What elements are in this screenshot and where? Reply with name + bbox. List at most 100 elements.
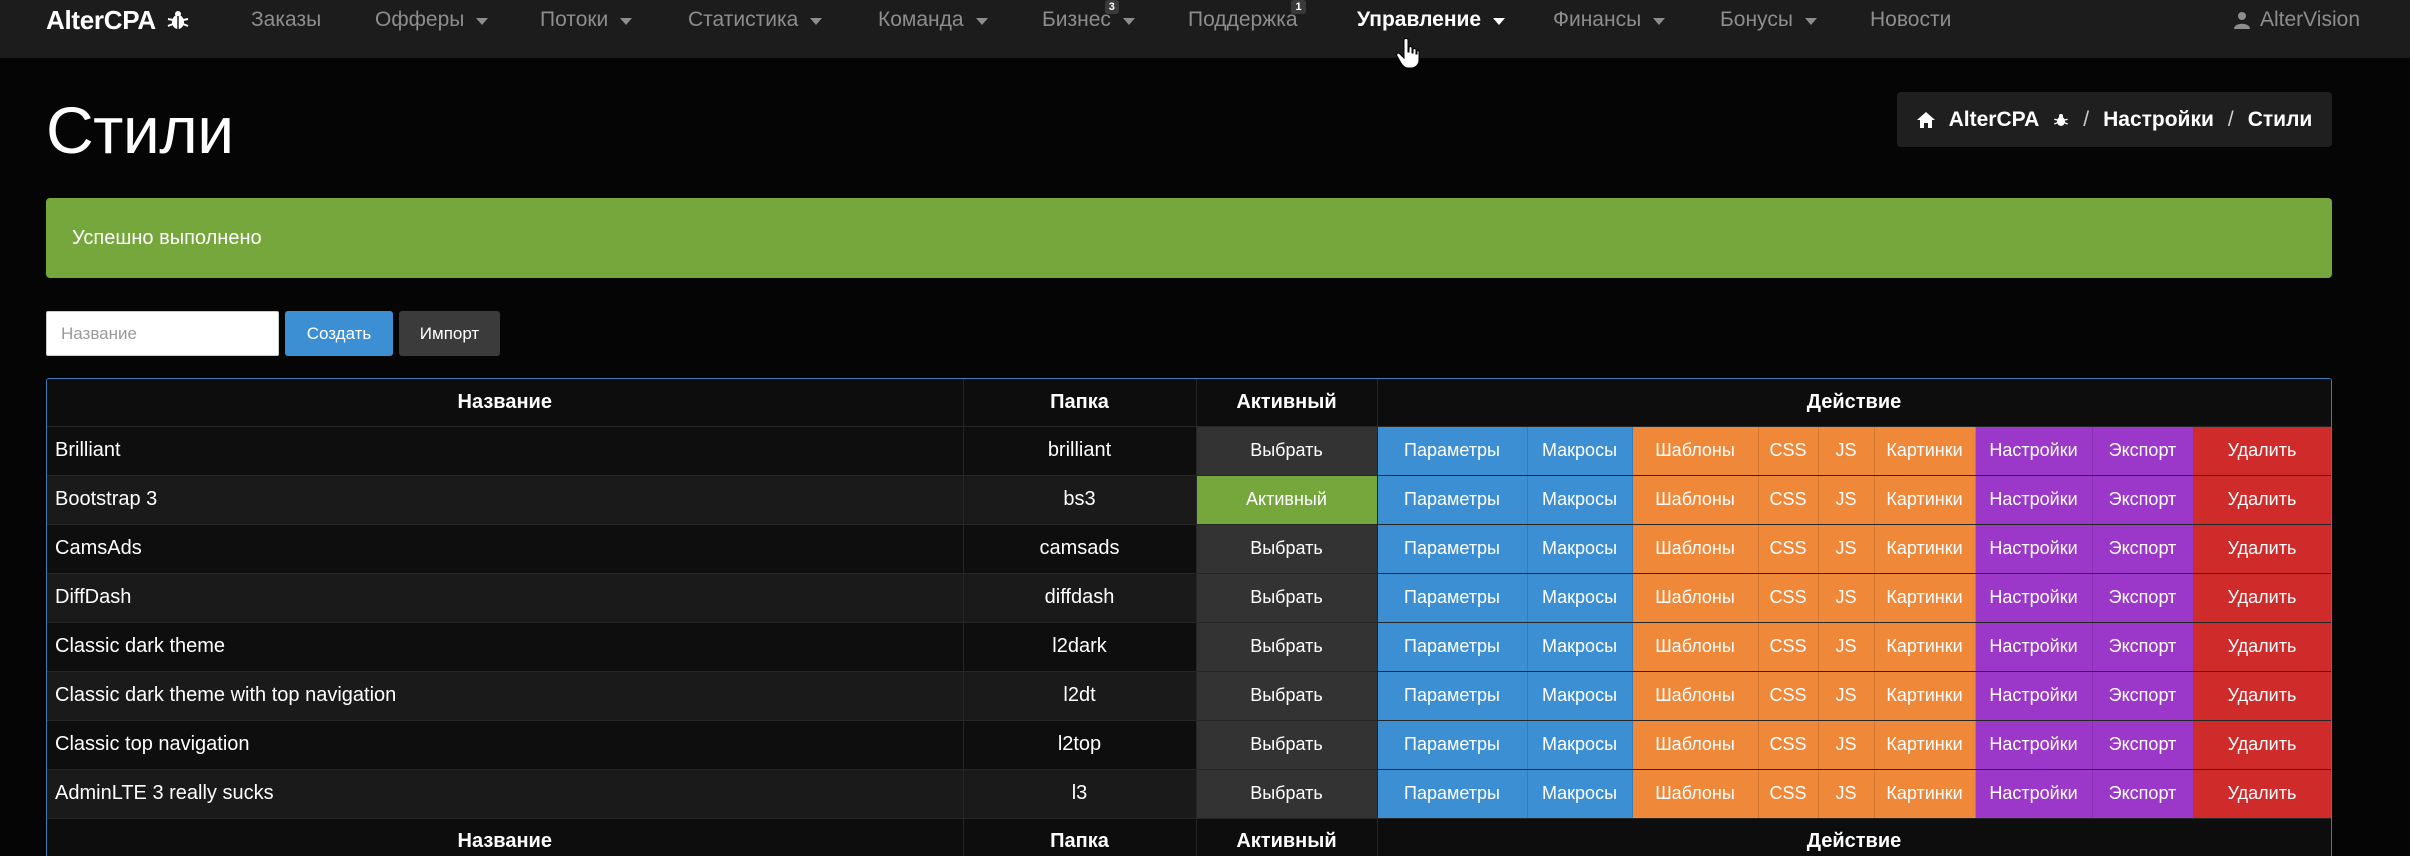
action-button[interactable]: Экспорт [2092, 426, 2194, 475]
action-button[interactable]: Макросы [1527, 671, 1633, 720]
action-button[interactable]: CSS [1758, 573, 1819, 622]
action-button[interactable]: CSS [1758, 769, 1819, 818]
action-button[interactable]: Шаблоны [1632, 524, 1759, 573]
action-button[interactable]: Параметры [1377, 671, 1528, 720]
action-button[interactable]: Настройки [1975, 573, 2093, 622]
action-button[interactable]: CSS [1758, 524, 1819, 573]
action-button[interactable]: Картинки [1874, 426, 1976, 475]
action-button[interactable]: Экспорт [2092, 475, 2194, 524]
action-button[interactable]: Удалить [2193, 426, 2331, 475]
select-style-button[interactable]: Выбрать [1196, 720, 1378, 770]
action-button[interactable]: Картинки [1874, 671, 1976, 720]
action-button[interactable]: Шаблоны [1632, 622, 1759, 671]
action-button[interactable]: Настройки [1975, 475, 2093, 524]
action-button[interactable]: Удалить [2193, 524, 2331, 573]
nav-item[interactable]: Новости [1870, 0, 1951, 40]
action-button[interactable]: Удалить [2193, 671, 2331, 720]
action-button[interactable]: CSS [1758, 475, 1819, 524]
caret-down-icon [1653, 17, 1666, 25]
action-button[interactable]: Шаблоны [1632, 769, 1759, 818]
select-style-button[interactable]: Выбрать [1196, 573, 1378, 623]
action-button[interactable]: Удалить [2193, 769, 2331, 818]
action-button[interactable]: Картинки [1874, 475, 1976, 524]
action-button[interactable]: Макросы [1527, 475, 1633, 524]
action-button[interactable]: Удалить [2193, 475, 2331, 524]
action-button[interactable]: Картинки [1874, 573, 1976, 622]
action-button[interactable]: Параметры [1377, 769, 1528, 818]
action-button[interactable]: Шаблоны [1632, 475, 1759, 524]
action-button[interactable]: Параметры [1377, 524, 1528, 573]
nav-item[interactable]: Команда [878, 0, 988, 40]
action-button[interactable]: Шаблоны [1632, 671, 1759, 720]
action-button[interactable]: JS [1818, 524, 1875, 573]
action-button[interactable]: Картинки [1874, 524, 1976, 573]
action-button[interactable]: Экспорт [2092, 524, 2194, 573]
select-style-button[interactable]: Выбрать [1196, 426, 1378, 476]
action-button[interactable]: Картинки [1874, 622, 1976, 671]
action-button[interactable]: CSS [1758, 622, 1819, 671]
nav-item[interactable]: Бизнес 3 [1042, 0, 1135, 40]
action-button[interactable]: Параметры [1377, 622, 1528, 671]
nav-item[interactable]: Поддержка 1 [1188, 0, 1306, 40]
nav-item[interactable]: Офферы [375, 0, 489, 40]
action-button[interactable]: JS [1818, 622, 1875, 671]
style-name-input[interactable] [46, 311, 279, 356]
action-button[interactable]: CSS [1758, 426, 1819, 475]
import-button[interactable]: Импорт [399, 311, 500, 356]
action-button[interactable]: Удалить [2193, 720, 2331, 769]
action-button[interactable]: Параметры [1377, 573, 1528, 622]
action-button[interactable]: JS [1818, 671, 1875, 720]
action-button[interactable]: Настройки [1975, 720, 2093, 769]
breadcrumb-home[interactable]: AlterCPA [1949, 108, 2040, 132]
action-button[interactable]: Макросы [1527, 524, 1633, 573]
select-style-button[interactable]: Выбрать [1196, 524, 1378, 574]
breadcrumb-settings[interactable]: Настройки [2103, 108, 2214, 132]
action-button[interactable]: Шаблоны [1632, 573, 1759, 622]
action-button[interactable]: Настройки [1975, 426, 2093, 475]
nav-item[interactable]: Заказы [251, 0, 321, 40]
action-button[interactable]: CSS [1758, 671, 1819, 720]
action-button[interactable]: Экспорт [2092, 769, 2194, 818]
action-button[interactable]: Настройки [1975, 622, 2093, 671]
nav-item-badge: 1 [1291, 0, 1306, 14]
action-button[interactable]: Макросы [1527, 769, 1633, 818]
action-button[interactable]: CSS [1758, 720, 1819, 769]
action-button[interactable]: Удалить [2193, 573, 2331, 622]
action-button[interactable]: JS [1818, 573, 1875, 622]
nav-item[interactable]: Статистика [688, 0, 823, 40]
action-button[interactable]: JS [1818, 769, 1875, 818]
action-button[interactable]: Картинки [1874, 720, 1976, 769]
action-button[interactable]: Макросы [1527, 573, 1633, 622]
action-button[interactable]: Макросы [1527, 622, 1633, 671]
action-button[interactable]: Настройки [1975, 769, 2093, 818]
action-button[interactable]: Параметры [1377, 426, 1528, 475]
action-button[interactable]: Настройки [1975, 671, 2093, 720]
action-button[interactable]: Макросы [1527, 720, 1633, 769]
action-button[interactable]: JS [1818, 720, 1875, 769]
user-name: AlterVision [2260, 8, 2360, 31]
nav-item[interactable]: Управление [1357, 0, 1506, 40]
action-button[interactable]: Экспорт [2092, 720, 2194, 769]
nav-item[interactable]: Финансы [1553, 0, 1666, 40]
action-button[interactable]: Картинки [1874, 769, 1976, 818]
nav-item-label: Финансы [1553, 8, 1642, 31]
action-button[interactable]: Экспорт [2092, 573, 2194, 622]
user-menu[interactable]: AlterVision [2234, 0, 2360, 40]
select-style-button[interactable]: Выбрать [1196, 671, 1378, 721]
action-button[interactable]: Макросы [1527, 426, 1633, 475]
action-button[interactable]: Удалить [2193, 622, 2331, 671]
action-button[interactable]: Шаблоны [1632, 720, 1759, 769]
select-style-button[interactable]: Выбрать [1196, 769, 1378, 819]
action-button[interactable]: Экспорт [2092, 622, 2194, 671]
select-style-button[interactable]: Выбрать [1196, 622, 1378, 672]
action-button[interactable]: JS [1818, 426, 1875, 475]
create-button[interactable]: Создать [285, 311, 393, 356]
nav-item[interactable]: Бонусы [1720, 0, 1817, 40]
action-button[interactable]: Параметры [1377, 720, 1528, 769]
action-button[interactable]: Настройки [1975, 524, 2093, 573]
nav-item[interactable]: Потоки [540, 0, 633, 40]
action-button[interactable]: Экспорт [2092, 671, 2194, 720]
action-button[interactable]: Параметры [1377, 475, 1528, 524]
action-button[interactable]: Шаблоны [1632, 426, 1759, 475]
action-button[interactable]: JS [1818, 475, 1875, 524]
